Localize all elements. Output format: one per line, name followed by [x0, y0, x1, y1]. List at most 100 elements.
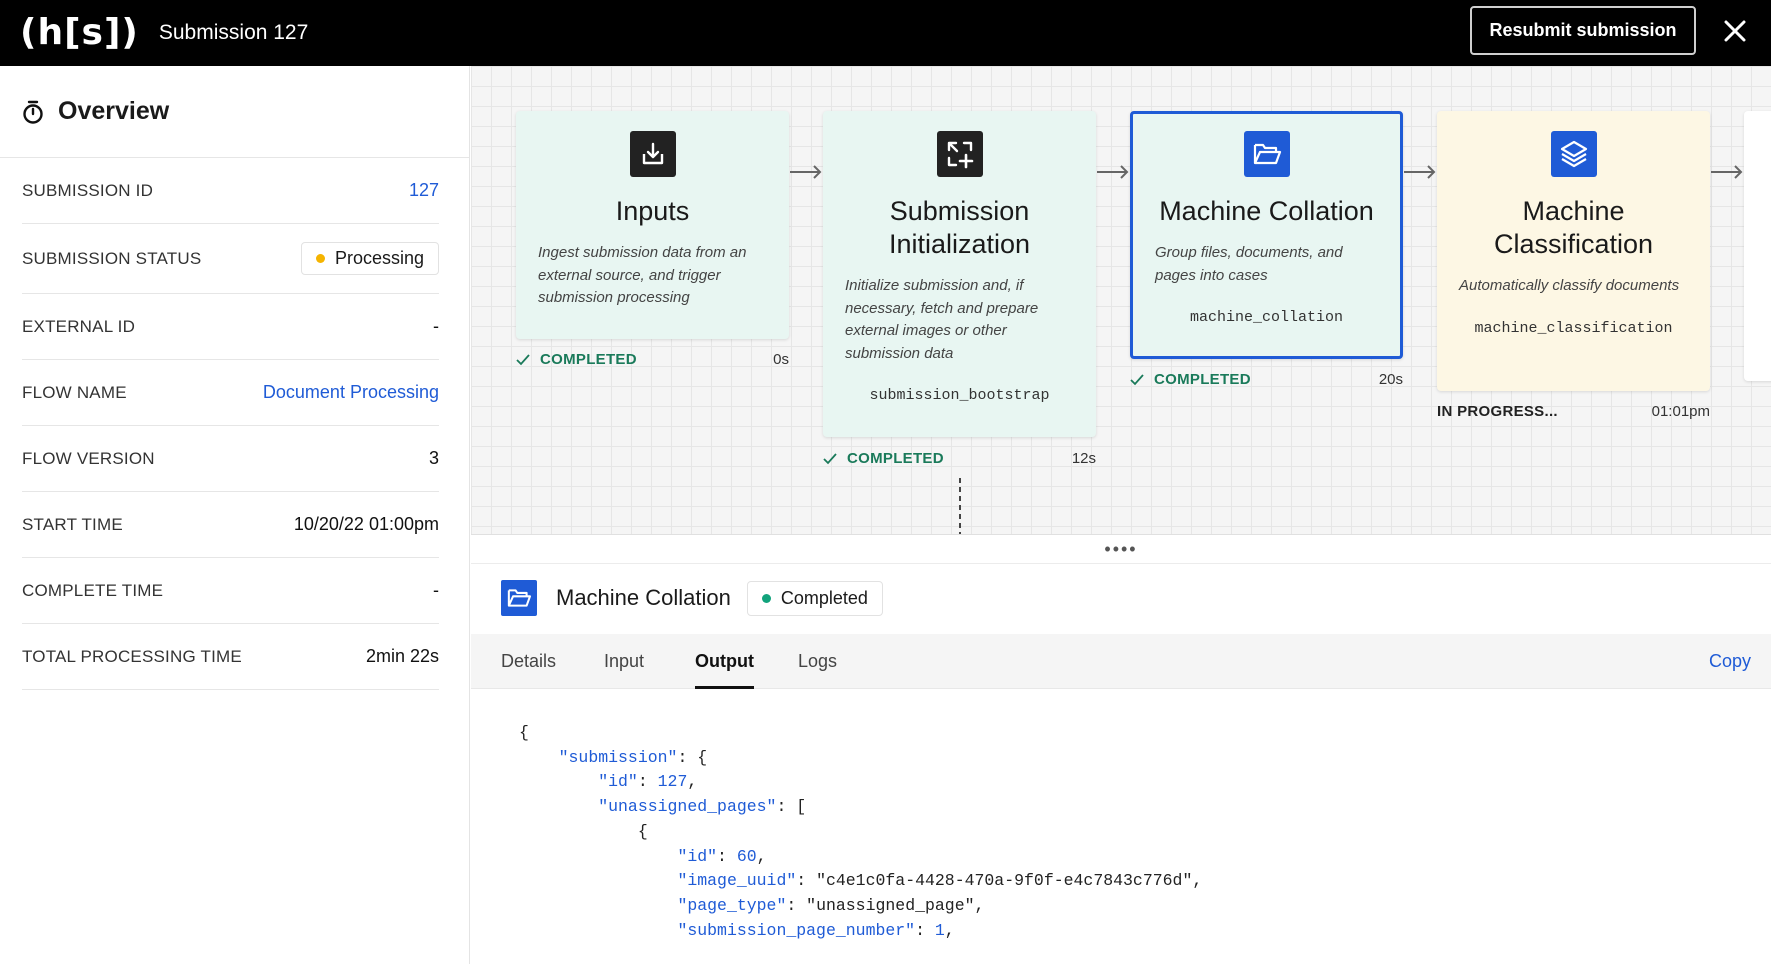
- code-key: "submission_page_number": [677, 920, 916, 940]
- flow-block-machine-classification[interactable]: Machine Classification Automatically cla…: [1437, 111, 1710, 391]
- completed-status: COMPLETED: [516, 351, 637, 368]
- code-key: "submission": [558, 747, 678, 767]
- code-key: "id": [677, 846, 718, 866]
- meta-row-flow-version: FLOW VERSION 3: [22, 426, 439, 492]
- code-key: "image_uuid": [677, 871, 797, 891]
- overview-header: Overview: [0, 66, 469, 158]
- meta-value: 10/20/22 01:00pm: [293, 514, 439, 534]
- meta-label: FLOW NAME: [22, 382, 127, 402]
- layers-icon: [1550, 131, 1597, 177]
- meta-row-start-time: START TIME 10/20/22 01:00pm: [22, 492, 439, 558]
- flow-block-title: Inputs: [615, 196, 690, 226]
- status-label: COMPLETED: [847, 450, 944, 467]
- meta-label: COMPLETE TIME: [22, 580, 164, 600]
- meta-row-submission-id: SUBMISSION ID 127: [22, 158, 439, 224]
- processing-dot-icon: [315, 254, 325, 263]
- meta-label: EXTERNAL ID: [22, 316, 136, 336]
- overview-title: Overview: [58, 97, 170, 125]
- check-icon: [516, 353, 530, 365]
- duration-label: 0s: [773, 351, 789, 368]
- completed-dot-icon: [761, 593, 771, 603]
- meta-value: -: [433, 580, 439, 600]
- tab-logs[interactable]: Logs: [798, 634, 837, 689]
- code-value: "c4e1c0fa-4428-470a-9f0f-e4c7843c776d": [816, 871, 1193, 891]
- stopwatch-icon: [23, 100, 43, 124]
- drag-dots-icon: ••••: [1104, 539, 1138, 559]
- top-bar: (h[s]) Submission 127 Resubmit submissio…: [0, 0, 1771, 66]
- flow-block-description: Ingest submission data from an external …: [538, 244, 747, 306]
- resubmit-submission-button[interactable]: Resubmit submission: [1470, 6, 1696, 55]
- meta-value: -: [433, 316, 439, 336]
- output-json-viewer: { "submission": { "id": 127, "unassigned…: [519, 723, 1203, 940]
- flow-canvas[interactable]: Inputs Ingest submission data from an ex…: [471, 66, 1771, 534]
- status-label: IN PROGRESS...: [1437, 403, 1558, 420]
- meta-label: FLOW VERSION: [22, 448, 155, 468]
- completed-status: COMPLETED: [1130, 371, 1251, 388]
- meta-value: 2min 22s: [365, 646, 439, 666]
- copy-button[interactable]: Copy: [1709, 634, 1751, 689]
- resize-handle[interactable]: ••••: [471, 534, 1771, 564]
- meta-row-external-id: EXTERNAL ID -: [22, 294, 439, 360]
- arrow-right-icon: [1097, 165, 1129, 179]
- status-label: COMPLETED: [1154, 371, 1251, 388]
- tab-input[interactable]: Input: [604, 634, 644, 689]
- flow-block-code: machine_collation: [1189, 309, 1344, 326]
- timestamp-label: 01:01pm: [1651, 403, 1710, 420]
- flow-block-code: submission_bootstrap: [869, 387, 1050, 404]
- detail-tabs: Details Input Output Logs Copy: [471, 634, 1771, 689]
- flow-block-machine-collation[interactable]: Machine Collation Group files, documents…: [1130, 111, 1403, 359]
- hyperscience-logo: (h[s]): [20, 12, 139, 53]
- flow-block-title: Machine Collation: [1159, 196, 1374, 226]
- code-value: 127: [657, 772, 688, 792]
- block-detail-panel: •••• Machine Collation Completed Details…: [471, 534, 1771, 964]
- close-icon[interactable]: [1717, 13, 1753, 49]
- arrow-right-icon: [1711, 165, 1743, 179]
- flow-block-status: IN PROGRESS... 01:01pm: [1437, 403, 1710, 420]
- check-icon: [823, 452, 837, 464]
- status-badge: Completed: [746, 580, 883, 616]
- detail-header: Machine Collation Completed: [501, 580, 883, 616]
- flow-block-next-partial[interactable]: [1744, 111, 1771, 381]
- flow-block-description: Automatically classify documents: [1459, 277, 1680, 294]
- meta-label: START TIME: [22, 514, 123, 534]
- detail-title: Machine Collation: [556, 585, 731, 610]
- folder-open-icon: [501, 580, 537, 616]
- download-icon: [629, 131, 676, 177]
- meta-value: 3: [428, 448, 439, 468]
- meta-row-submission-status: SUBMISSION STATUS Processing: [22, 224, 439, 294]
- flow-block-code: machine_classification: [1474, 319, 1673, 337]
- overview-sidebar: Overview SUBMISSION ID 127 SUBMISSION ST…: [0, 66, 470, 964]
- meta-row-flow-name: FLOW NAME Document Processing: [22, 360, 439, 426]
- flow-block-submission-initialization[interactable]: Submission Initialization Initialize sub…: [823, 111, 1096, 437]
- flow-block-status: COMPLETED 0s: [516, 351, 789, 368]
- arrow-right-icon: [790, 165, 822, 179]
- code-key: "id": [598, 772, 638, 792]
- meta-label: SUBMISSION STATUS: [22, 248, 202, 268]
- meta-row-total-processing-time: TOTAL PROCESSING TIME 2min 22s: [22, 624, 439, 690]
- check-icon: [1130, 373, 1144, 385]
- code-value: 60: [736, 846, 757, 866]
- code-key: "unassigned_pages": [598, 797, 777, 817]
- flow-block-title: Submission Initialization: [888, 196, 1031, 259]
- tab-details[interactable]: Details: [501, 634, 556, 689]
- meta-label: TOTAL PROCESSING TIME: [22, 646, 242, 666]
- status-badge: Processing: [300, 242, 439, 275]
- flow-block-title: Machine Classification: [1493, 196, 1654, 259]
- flow-block-description: Initialize submission and, if necessary,…: [845, 277, 1039, 362]
- tab-output[interactable]: Output: [695, 634, 754, 689]
- meta-label: SUBMISSION ID: [22, 180, 154, 200]
- flow-block-status: COMPLETED 12s: [823, 450, 1096, 467]
- code-value: 1: [934, 920, 945, 940]
- page-title: Submission 127: [158, 21, 309, 44]
- flow-block-description: Group files, documents, and pages into c…: [1155, 244, 1343, 284]
- code-value: "unassigned_page": [806, 895, 975, 915]
- flow-block-inputs[interactable]: Inputs Ingest submission data from an ex…: [516, 111, 789, 339]
- arrow-right-icon: [1404, 165, 1436, 179]
- flow-name-link[interactable]: Document Processing: [263, 382, 439, 403]
- submission-id-link[interactable]: 127: [409, 180, 439, 201]
- duration-label: 12s: [1071, 450, 1096, 467]
- flow-block-status: COMPLETED 20s: [1130, 371, 1403, 388]
- status-badge-label: Processing: [334, 248, 424, 268]
- meta-row-complete-time: COMPLETE TIME -: [22, 558, 439, 624]
- connector-dashed: [959, 478, 961, 534]
